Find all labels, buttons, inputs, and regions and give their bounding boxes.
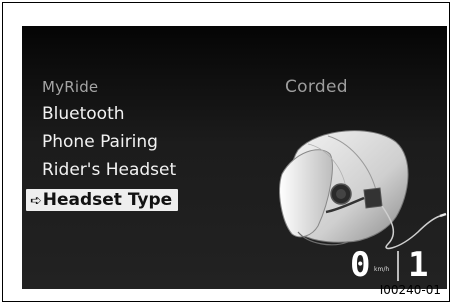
dashboard-display: MyRide Bluetooth Phone Pairing Rider's H… (22, 26, 447, 289)
menu-item-bluetooth[interactable]: Bluetooth (42, 104, 125, 124)
headset-type-value: Corded (285, 77, 348, 97)
speed-unit: km/h (374, 266, 390, 273)
menu-item-riders-headset[interactable]: Rider's Headset (42, 160, 176, 180)
menu-title: MyRide (42, 78, 99, 96)
selection-arrow-icon: ➪ (30, 193, 42, 209)
figure-reference-code: I00240-01 (379, 283, 441, 297)
gear-value: 1 (408, 245, 429, 285)
menu-item-phone-pairing[interactable]: Phone Pairing (42, 132, 158, 152)
speed-gear-readout: 0 km/h 1 (350, 245, 447, 285)
readout-divider (397, 251, 399, 281)
menu-item-headset-type[interactable]: ➪Headset Type (26, 189, 179, 211)
figure-frame: MyRide Bluetooth Phone Pairing Rider's H… (2, 2, 450, 302)
menu-item-headset-type-label: Headset Type (42, 190, 173, 210)
helmet-with-corded-headset-icon (279, 130, 447, 250)
speed-value: 0 (350, 245, 371, 285)
